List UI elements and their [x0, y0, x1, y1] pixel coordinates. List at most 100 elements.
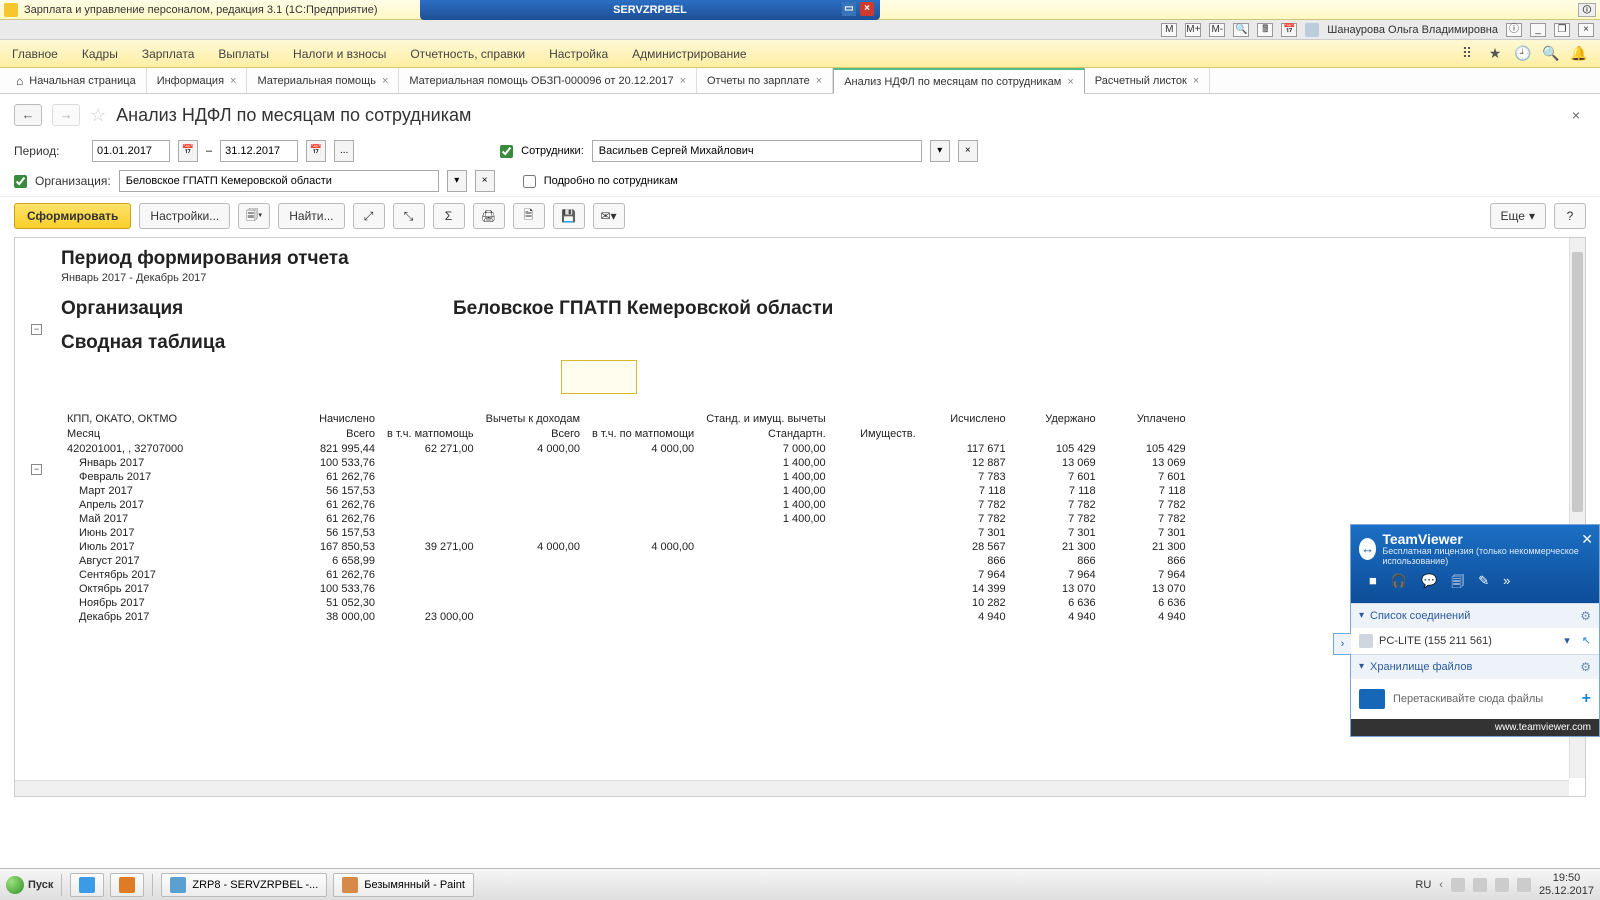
sum-button[interactable]: Σ [433, 203, 465, 229]
history-icon[interactable]: 🕘 [1514, 45, 1532, 63]
taskbar-firefox[interactable] [110, 873, 144, 897]
tv-chat-icon[interactable]: 💬 [1421, 573, 1437, 595]
tv-files-section[interactable]: ▾ Хранилище файлов ⚙ [1351, 654, 1599, 679]
mem-m-button[interactable]: M [1161, 23, 1177, 37]
detail-checkbox[interactable] [523, 175, 536, 188]
calc-icon[interactable]: 🖩 [1257, 23, 1273, 37]
tv-audio-icon[interactable]: 🎧 [1391, 573, 1407, 595]
menu-main[interactable]: Главное [12, 47, 58, 61]
preview-button[interactable]: 🗎 [513, 203, 545, 229]
menu-payments[interactable]: Выплаты [218, 47, 269, 61]
search-icon[interactable]: 🔍 [1542, 45, 1560, 63]
tv-collapse-button[interactable]: › [1333, 633, 1351, 655]
tab-ndfl-analysis[interactable]: Анализ НДФЛ по месяцам по сотрудникам× [833, 68, 1085, 94]
tv-files-icon[interactable]: 🗐 [1451, 573, 1464, 595]
horizontal-scrollbar[interactable] [15, 780, 1569, 796]
mem-mminus-button[interactable]: M- [1209, 23, 1225, 37]
menu-taxes[interactable]: Налоги и взносы [293, 47, 386, 61]
date-to-input[interactable] [220, 140, 298, 162]
period-picker-button[interactable]: ... [334, 140, 354, 162]
window-minimize[interactable]: _ [1530, 23, 1546, 37]
collapse-button[interactable]: ⤡ [393, 203, 425, 229]
window-restore[interactable]: ❐ [1554, 23, 1570, 37]
form-button[interactable]: Сформировать [14, 203, 131, 229]
nav-forward-button[interactable]: → [52, 104, 80, 126]
email-button[interactable]: ✉▾ [593, 203, 625, 229]
tab-home[interactable]: ⌂Начальная страница [6, 68, 147, 93]
favorite-toggle-icon[interactable]: ☆ [90, 105, 106, 126]
tv-drop-zone[interactable]: Перетаскивайте сюда файлы + [1351, 679, 1599, 719]
tab-close-icon[interactable]: × [1067, 76, 1073, 88]
save-button[interactable]: 💾 [553, 203, 585, 229]
tv-footer-link[interactable]: www.teamviewer.com [1351, 719, 1599, 736]
expand-button[interactable]: ⤢ [353, 203, 385, 229]
menu-staff[interactable]: Кадры [82, 47, 118, 61]
tv-close-icon[interactable]: ✕ [1581, 531, 1593, 548]
taskbar-ie[interactable] [70, 873, 104, 897]
outline-collapse-icon[interactable]: − [31, 464, 42, 475]
tv-strip-minimize[interactable]: ▭ [842, 2, 856, 16]
tray-icon[interactable] [1495, 878, 1509, 892]
tab-payslip[interactable]: Расчетный листок× [1085, 68, 1211, 93]
tab-close-icon[interactable]: × [816, 75, 822, 87]
taskbar-clock[interactable]: 19:50 25.12.2017 [1539, 872, 1594, 896]
taskbar-item-paint[interactable]: Безымянный - Paint [333, 873, 474, 897]
tv-peer-row[interactable]: PC-LITE (155 211 561) ▾ ↖ [1351, 628, 1599, 654]
help-button[interactable]: ? [1554, 203, 1586, 229]
gear-icon[interactable]: ⚙ [1580, 609, 1591, 623]
gear-icon[interactable]: ⚙ [1580, 660, 1591, 674]
nav-back-button[interactable]: ← [14, 104, 42, 126]
org-clear-icon[interactable]: × [475, 170, 495, 192]
tray-chevron-icon[interactable]: ‹ [1439, 879, 1443, 891]
tab-close-icon[interactable]: × [680, 75, 686, 87]
page-close-icon[interactable]: × [1572, 107, 1586, 123]
variants-button[interactable]: 🗐▾ [238, 203, 270, 229]
tab-close-icon[interactable]: × [382, 75, 388, 87]
tray-icon[interactable] [1473, 878, 1487, 892]
employees-dropdown-icon[interactable]: ▾ [930, 140, 950, 162]
tv-strip-close[interactable]: × [860, 2, 874, 16]
start-button[interactable]: Пуск [6, 876, 53, 894]
bell-icon[interactable]: 🔔 [1570, 45, 1588, 63]
date-from-calendar-icon[interactable]: 📅 [178, 140, 198, 162]
tv-whiteboard-icon[interactable]: ✎ [1478, 573, 1489, 595]
tv-video-icon[interactable]: ■ [1369, 573, 1377, 595]
window-close[interactable]: × [1578, 23, 1594, 37]
apps-grid-icon[interactable]: ⠿ [1458, 45, 1476, 63]
tv-more-icon[interactable]: » [1503, 573, 1510, 595]
employees-combo[interactable]: Васильев Сергей Михайлович [592, 140, 922, 162]
tab-close-icon[interactable]: × [1193, 75, 1199, 87]
cursor-icon[interactable]: ↖ [1582, 634, 1591, 647]
date-from-input[interactable] [92, 140, 170, 162]
calendar-icon[interactable]: 📅 [1281, 23, 1297, 37]
tab-mathelp[interactable]: Материальная помощь× [247, 68, 399, 93]
tray-volume-icon[interactable] [1517, 878, 1531, 892]
org-combo[interactable]: Беловское ГПАТП Кемеровской области [119, 170, 439, 192]
lang-indicator[interactable]: RU [1415, 879, 1431, 891]
tv-connections-section[interactable]: ▾ Список соединений ⚙ [1351, 603, 1599, 628]
org-dropdown-icon[interactable]: ▾ [447, 170, 467, 192]
date-to-calendar-icon[interactable]: 📅 [306, 140, 326, 162]
tab-info[interactable]: Информация× [147, 68, 248, 93]
tab-close-icon[interactable]: × [230, 75, 236, 87]
menu-reports[interactable]: Отчетность, справки [410, 47, 525, 61]
menu-salary[interactable]: Зарплата [142, 47, 195, 61]
employees-clear-icon[interactable]: × [958, 140, 978, 162]
outline-collapse-icon[interactable]: − [31, 324, 42, 335]
find-button[interactable]: Найти... [278, 203, 344, 229]
org-checkbox[interactable] [14, 175, 27, 188]
tab-mathelp-doc[interactable]: Материальная помощь ОБЗП-000096 от 20.12… [399, 68, 697, 93]
tab-salary-reports[interactable]: Отчеты по зарплате× [697, 68, 833, 93]
help-button[interactable]: 🛈 [1578, 3, 1596, 17]
settings-button[interactable]: Настройки... [139, 203, 230, 229]
favorite-star-icon[interactable]: ★ [1486, 45, 1504, 63]
zoom-in-icon[interactable]: 🔍 [1233, 23, 1249, 37]
info-icon[interactable]: ⓘ [1506, 23, 1522, 37]
menu-settings[interactable]: Настройка [549, 47, 608, 61]
more-button[interactable]: Еще ▾ [1490, 203, 1546, 229]
chevron-down-icon[interactable]: ▾ [1564, 634, 1570, 647]
print-button[interactable]: 🖨 [473, 203, 505, 229]
tray-icon[interactable] [1451, 878, 1465, 892]
employees-checkbox[interactable] [500, 145, 513, 158]
scrollbar-thumb[interactable] [1572, 252, 1583, 512]
